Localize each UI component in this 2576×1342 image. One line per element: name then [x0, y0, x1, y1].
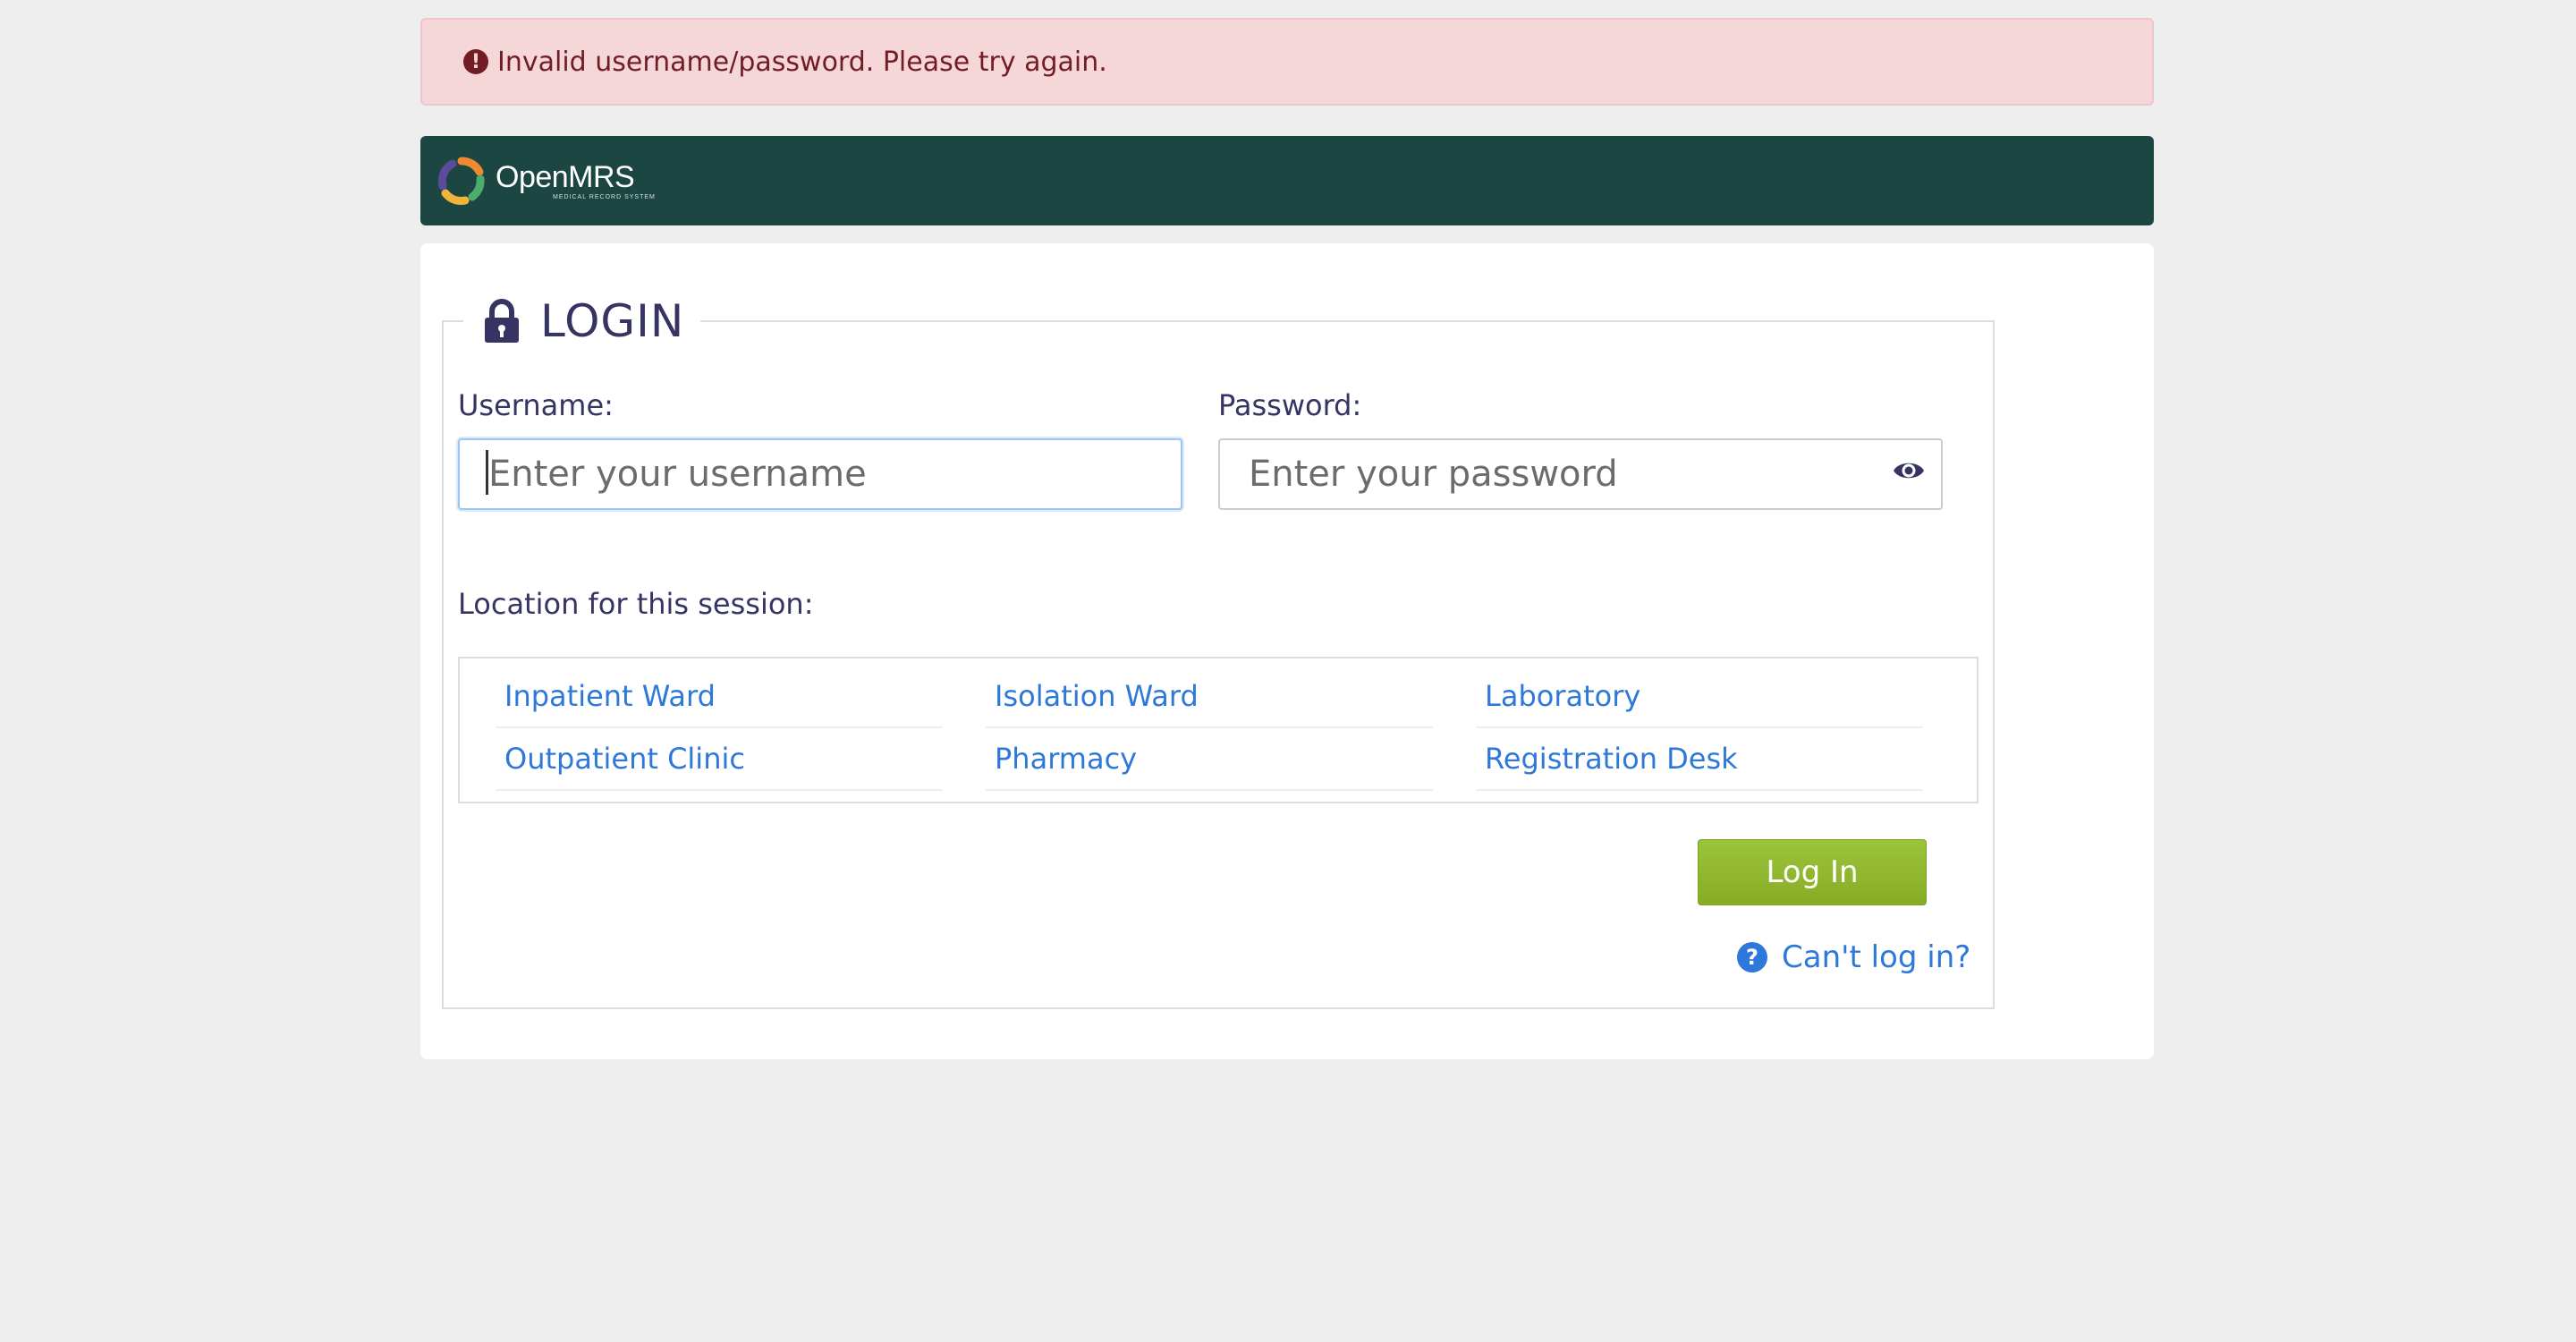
- location-label: Location for this session:: [458, 587, 814, 621]
- log-in-button[interactable]: Log In: [1698, 839, 1927, 905]
- location-list: Inpatient Ward Isolation Ward Laboratory…: [458, 657, 1979, 803]
- header-bar: OpenMRS MEDICAL RECORD SYSTEM: [420, 136, 2154, 225]
- openmrs-logo-icon: [437, 157, 485, 205]
- cant-login-link[interactable]: ? Can't log in?: [1737, 939, 1970, 975]
- password-input[interactable]: [1218, 438, 1943, 510]
- location-laboratory[interactable]: Laboratory: [1476, 666, 1923, 728]
- login-title: LOGIN: [540, 295, 685, 347]
- password-label: Password:: [1218, 388, 1362, 422]
- eye-icon[interactable]: [1892, 457, 1926, 484]
- error-message: Invalid username/password. Please try ag…: [497, 46, 1107, 78]
- location-registration-desk[interactable]: Registration Desk: [1476, 728, 1923, 791]
- lock-icon: [485, 299, 519, 343]
- username-input[interactable]: [458, 438, 1182, 510]
- location-inpatient-ward[interactable]: Inpatient Ward: [496, 666, 943, 728]
- text-caret: [486, 450, 488, 495]
- cant-login-text: Can't log in?: [1782, 939, 1971, 975]
- logo-subtext: MEDICAL RECORD SYSTEM: [553, 193, 656, 200]
- login-card: LOGIN: [420, 243, 2154, 1059]
- openmrs-logo[interactable]: OpenMRS MEDICAL RECORD SYSTEM: [436, 156, 656, 206]
- location-pharmacy[interactable]: Pharmacy: [986, 728, 1433, 791]
- login-legend: LOGIN: [463, 295, 700, 347]
- logo-text: OpenMRS: [496, 159, 635, 194]
- question-circle-icon: ?: [1737, 942, 1767, 973]
- error-alert: ! Invalid username/password. Please try …: [420, 18, 2154, 106]
- location-isolation-ward[interactable]: Isolation Ward: [986, 666, 1433, 728]
- exclamation-circle-icon: !: [463, 49, 488, 74]
- username-label: Username:: [458, 388, 614, 422]
- location-outpatient-clinic[interactable]: Outpatient Clinic: [496, 728, 943, 791]
